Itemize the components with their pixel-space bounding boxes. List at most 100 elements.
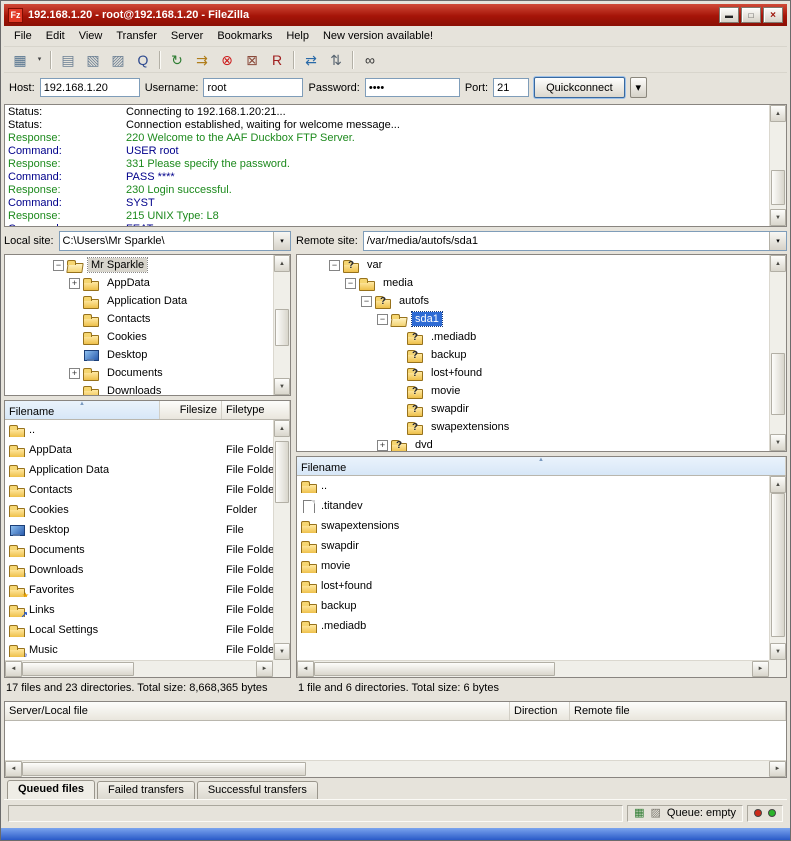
remote-path-input[interactable] bbox=[364, 232, 769, 250]
local-tree-item-mr-sparkle[interactable]: −Mr Sparkle bbox=[5, 256, 290, 274]
queue-column-header-server-local-file[interactable]: Server/Local file bbox=[5, 702, 510, 720]
remote-file-row-item[interactable]: .. bbox=[297, 476, 786, 496]
remote-file-row-swapextensions[interactable]: swapextensions bbox=[297, 516, 786, 536]
cancel-button[interactable]: ⊗ bbox=[215, 49, 239, 71]
maximize-button[interactable]: □ bbox=[741, 7, 761, 23]
tab-queued-files[interactable]: Queued files bbox=[7, 780, 95, 799]
local-tree-item-contacts[interactable]: Contacts bbox=[5, 310, 290, 328]
vertical-scrollbar[interactable]: ▲▼ bbox=[273, 420, 290, 660]
local-tree-item-appdata[interactable]: +AppData bbox=[5, 274, 290, 292]
scrollbar-track[interactable] bbox=[22, 661, 256, 677]
speed-limit-icon[interactable]: ▦ bbox=[634, 808, 644, 819]
scroll-down-button[interactable]: ▼ bbox=[274, 643, 290, 660]
tab-failed-transfers[interactable]: Failed transfers bbox=[97, 781, 195, 799]
vertical-scrollbar[interactable]: ▲▼ bbox=[769, 255, 786, 451]
scrollbar-track[interactable] bbox=[274, 272, 290, 378]
local-file-row-music[interactable]: ♪MusicFile Folder bbox=[5, 640, 290, 660]
scrollbar-thumb[interactable] bbox=[314, 662, 555, 676]
reconnect-button[interactable]: R bbox=[265, 49, 289, 71]
scroll-left-button[interactable]: ◄ bbox=[5, 761, 22, 777]
scroll-up-button[interactable]: ▲ bbox=[770, 105, 786, 122]
local-tree-item-desktop[interactable]: Desktop bbox=[5, 346, 290, 364]
remote-file-row-backup[interactable]: backup bbox=[297, 596, 786, 616]
menu-item-help[interactable]: Help bbox=[279, 27, 316, 45]
local-file-row-contacts[interactable]: ContactsFile Folder bbox=[5, 480, 290, 500]
refresh-button[interactable]: ↻ bbox=[165, 49, 189, 71]
remote-tree-item-autofs[interactable]: −?autofs bbox=[297, 292, 786, 310]
host-input[interactable] bbox=[40, 78, 140, 97]
tree-collapse-icon[interactable]: − bbox=[53, 260, 64, 271]
scrollbar-thumb[interactable] bbox=[771, 170, 785, 205]
scroll-left-button[interactable]: ◄ bbox=[5, 661, 22, 677]
scroll-right-button[interactable]: ► bbox=[769, 761, 786, 777]
local-file-row-downloads[interactable]: ↓DownloadsFile Folder bbox=[5, 560, 290, 580]
local-path-dropdown-button[interactable]: ▾ bbox=[273, 232, 290, 250]
site-manager-dropdown-button[interactable]: ▾ bbox=[33, 49, 46, 71]
minimize-button[interactable]: ▬ bbox=[719, 7, 739, 23]
local-file-row-desktop[interactable]: DesktopFile bbox=[5, 520, 290, 540]
toggle-local-tree-button[interactable]: ▧ bbox=[81, 49, 105, 71]
local-tree-item-downloads[interactable]: Downloads bbox=[5, 382, 290, 396]
scrollbar-thumb[interactable] bbox=[275, 441, 289, 503]
tab-successful-transfers[interactable]: Successful transfers bbox=[197, 781, 318, 799]
remote-tree-item-backup[interactable]: ?backup bbox=[297, 346, 786, 364]
scrollbar-track[interactable] bbox=[770, 493, 786, 643]
local-file-row-links[interactable]: ↗LinksFile Folder bbox=[5, 600, 290, 620]
port-input[interactable] bbox=[493, 78, 529, 97]
tree-expand-icon[interactable]: + bbox=[69, 368, 80, 379]
menu-item-bookmarks[interactable]: Bookmarks bbox=[210, 27, 279, 45]
scroll-right-button[interactable]: ► bbox=[256, 661, 273, 677]
synchronized-browsing-button[interactable]: ⇅ bbox=[324, 49, 348, 71]
menu-item-edit[interactable]: Edit bbox=[39, 27, 72, 45]
remote-tree-item-swapextensions[interactable]: ?swapextensions bbox=[297, 418, 786, 436]
tree-collapse-icon[interactable]: − bbox=[377, 314, 388, 325]
toggle-message-log-button[interactable]: ▤ bbox=[56, 49, 80, 71]
local-file-row-local-settings[interactable]: Local SettingsFile Folder bbox=[5, 620, 290, 640]
local-tree-item-application-data[interactable]: Application Data bbox=[5, 292, 290, 310]
directory-comparison-button[interactable]: ⇄ bbox=[299, 49, 323, 71]
scroll-down-button[interactable]: ▼ bbox=[274, 378, 290, 395]
remote-file-row-swapdir[interactable]: swapdir bbox=[297, 536, 786, 556]
remote-tree-item-dvd[interactable]: +?dvd bbox=[297, 436, 786, 452]
scrollbar-track[interactable] bbox=[770, 272, 786, 434]
scrollbar-thumb[interactable] bbox=[771, 493, 785, 637]
vertical-scrollbar[interactable]: ▲▼ bbox=[769, 476, 786, 660]
menu-item-file[interactable]: File bbox=[7, 27, 39, 45]
local-column-header-filesize[interactable]: Filesize bbox=[160, 401, 222, 419]
scroll-down-button[interactable]: ▼ bbox=[770, 434, 786, 451]
menu-item-view[interactable]: View bbox=[72, 27, 110, 45]
horizontal-scrollbar[interactable]: ◄► bbox=[5, 760, 786, 777]
remote-tree-item-movie[interactable]: ?movie bbox=[297, 382, 786, 400]
remote-column-header-filename[interactable]: Filename▲ bbox=[297, 457, 786, 475]
remote-file-row-lost-found[interactable]: lost+found bbox=[297, 576, 786, 596]
menu-item-server[interactable]: Server bbox=[164, 27, 210, 45]
titlebar[interactable]: Fz 192.168.1.20 - root@192.168.1.20 - Fi… bbox=[4, 4, 787, 26]
menu-item-transfer[interactable]: Transfer bbox=[109, 27, 164, 45]
scroll-left-button[interactable]: ◄ bbox=[297, 661, 314, 677]
local-file-row-documents[interactable]: DocumentsFile Folder bbox=[5, 540, 290, 560]
tree-collapse-icon[interactable]: − bbox=[329, 260, 340, 271]
toggle-remote-tree-button[interactable]: ▨ bbox=[106, 49, 130, 71]
tree-collapse-icon[interactable]: − bbox=[361, 296, 372, 307]
scroll-down-button[interactable]: ▼ bbox=[770, 209, 786, 226]
remote-file-row-titandev[interactable]: .titandev bbox=[297, 496, 786, 516]
scroll-down-button[interactable]: ▼ bbox=[770, 643, 786, 660]
scrollbar-thumb[interactable] bbox=[22, 762, 306, 776]
remote-file-row-movie[interactable]: movie bbox=[297, 556, 786, 576]
scrollbar-track[interactable] bbox=[770, 122, 786, 209]
queue-column-header-remote-file[interactable]: Remote file bbox=[570, 702, 786, 720]
remote-tree-item-media[interactable]: −media bbox=[297, 274, 786, 292]
remote-file-row-mediadb[interactable]: .mediadb bbox=[297, 616, 786, 636]
quickconnect-dropdown-button[interactable]: ▾ bbox=[630, 77, 647, 98]
scrollbar-track[interactable] bbox=[274, 437, 290, 643]
scrollbar-thumb[interactable] bbox=[22, 662, 134, 676]
encryption-status-icon[interactable]: ▨ bbox=[651, 808, 661, 819]
close-button[interactable]: × bbox=[763, 7, 783, 23]
scroll-up-button[interactable]: ▲ bbox=[274, 255, 290, 272]
local-tree-item-cookies[interactable]: Cookies bbox=[5, 328, 290, 346]
remote-tree-item-swapdir[interactable]: ?swapdir bbox=[297, 400, 786, 418]
scrollbar-track[interactable] bbox=[22, 761, 769, 777]
tree-collapse-icon[interactable]: − bbox=[345, 278, 356, 289]
find-files-button[interactable]: ∞ bbox=[358, 49, 382, 71]
local-file-row-appdata[interactable]: AppDataFile Folder bbox=[5, 440, 290, 460]
